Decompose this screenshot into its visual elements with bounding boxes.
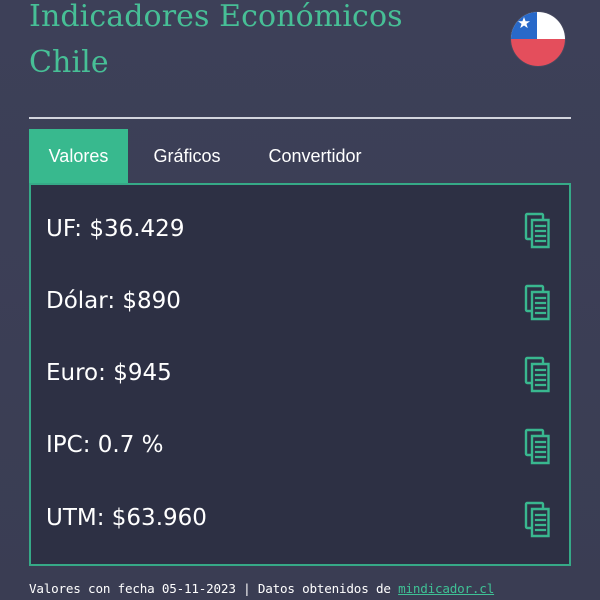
tab-convertidor[interactable]: Convertidor <box>246 129 384 183</box>
footer-note: Valores con fecha 05-11-2023 | Datos obt… <box>29 577 571 600</box>
indicator-value-ipc: IPC: 0.7 % <box>46 432 164 458</box>
indicator-value-uf: UF: $36.429 <box>46 216 185 242</box>
indicator-value-utm: UTM: $63.960 <box>46 505 207 531</box>
chile-flag-icon <box>511 12 565 66</box>
tab-valores[interactable]: Valores <box>29 129 128 183</box>
copy-icon[interactable] <box>523 210 553 250</box>
copy-icon[interactable] <box>523 426 553 466</box>
indicators-app: Indicadores Económicos Chile Valores Grá… <box>0 0 600 600</box>
flag-red-stripe <box>511 39 565 66</box>
footer-date-text: Valores con fecha 05-11-2023 | Datos obt… <box>29 581 399 596</box>
indicator-row-uf: UF: $36.429 <box>31 199 569 263</box>
indicator-row-dolar: Dólar: $890 <box>31 271 569 335</box>
title-divider <box>29 117 571 119</box>
copy-icon[interactable] <box>523 354 553 394</box>
indicator-row-utm: UTM: $63.960 <box>31 488 569 552</box>
copy-icon[interactable] <box>523 499 553 539</box>
page-title: Indicadores Económicos Chile <box>29 0 403 80</box>
indicator-tabs: Valores Gráficos Convertidor <box>29 129 384 183</box>
values-panel: UF: $36.429 Dólar: $890 Euro: $945 IPC: … <box>29 183 571 566</box>
indicator-value-euro: Euro: $945 <box>46 360 172 386</box>
tab-graficos[interactable]: Gráficos <box>128 129 246 183</box>
copy-icon[interactable] <box>523 282 553 322</box>
indicator-row-euro: Euro: $945 <box>31 343 569 407</box>
flag-star-icon <box>517 17 531 29</box>
indicator-value-dolar: Dólar: $890 <box>46 288 181 314</box>
source-link[interactable]: mindicador.cl <box>398 581 494 596</box>
indicator-row-ipc: IPC: 0.7 % <box>31 415 569 479</box>
flag-blue-field <box>511 12 537 39</box>
